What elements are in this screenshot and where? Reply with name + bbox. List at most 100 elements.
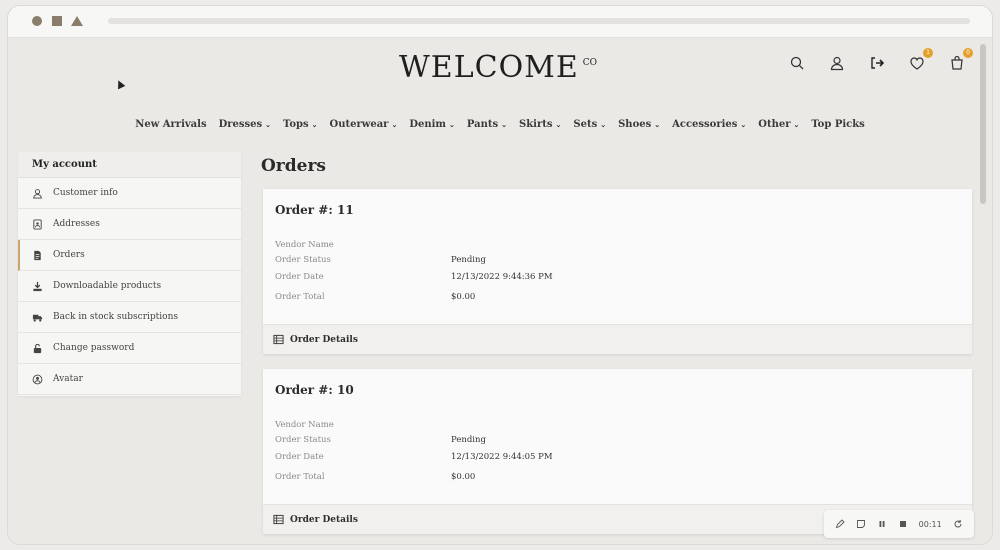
total-label: Order Total [275,292,325,302]
sidebar-item-avatar[interactable]: Avatar [18,364,241,395]
status-value: Pending [451,254,486,265]
chevron-down-icon: ⌄ [793,119,800,129]
wishlist-count-badge: 1 [923,48,933,58]
chevron-down-icon: ⌄ [555,119,562,129]
sidebar-item-label: Change password [53,343,135,353]
nav-label: Sets [573,118,598,130]
pause-icon[interactable] [877,519,887,529]
status-label: Order Status [275,434,331,445]
logout-icon[interactable] [868,54,886,72]
nav-item-dresses[interactable]: Dresses ⌄ [219,114,271,134]
sidebar-item-downloadable-products[interactable]: Downloadable products [18,271,241,302]
sidebar-item-label: Customer info [53,188,118,198]
date-value: 12/13/2022 9:44:05 PM [451,452,553,462]
note-icon[interactable] [856,519,866,529]
order-details-label: Order Details [290,334,358,345]
truck-icon [32,314,43,322]
nav-label: Denim [409,118,447,130]
logo-text: WELCOME [398,50,579,85]
sidebar-item-addresses[interactable]: Addresses [18,209,241,240]
nav-item-sets[interactable]: Sets ⌄ [573,114,606,134]
mouse-cursor-icon [114,78,126,90]
sidebar-item-label: Downloadable products [53,281,162,291]
nav-item-outerwear[interactable]: Outerwear ⌄ [330,114,398,134]
page-title: Orders [261,156,326,176]
nav-label: Tops [283,118,309,130]
order-details-label: Order Details [290,514,358,525]
order-status-row: Order Status Pending [275,252,960,267]
nav-item-shoes[interactable]: Shoes ⌄ [618,114,660,134]
nav-item-skirts[interactable]: Skirts ⌄ [519,114,561,134]
store-logo[interactable]: WELCOME CO [398,50,598,86]
restart-icon[interactable] [953,519,963,529]
unlock-icon [33,343,42,353]
chevron-down-icon: ⌄ [501,119,508,129]
nav-label: Top Picks [811,118,865,130]
chevron-down-icon: ⌄ [449,119,455,129]
address-bar[interactable] [108,18,970,24]
total-label: Order Total [275,472,325,482]
download-icon [33,281,42,291]
window-square-control[interactable] [52,16,62,26]
sidebar-item-label: Orders [53,250,85,260]
account-icon[interactable] [828,54,846,72]
window-circle-control[interactable] [32,16,42,26]
cart-icon[interactable]: 0 [948,48,973,72]
sidebar-item-label: Back in stock subscriptions [53,312,178,322]
nav-item-pants[interactable]: Pants ⌄ [467,114,507,134]
order-title: Order #: 10 [275,383,354,397]
order-date-row: Order Date 12/13/2022 9:44:05 PM [275,447,960,467]
vendor-label: Vendor Name [275,239,334,250]
list-icon [273,514,284,525]
sidebar-title: My account [18,152,241,178]
nav-label: Other [758,118,791,130]
nav-item-other[interactable]: Other ⌄ [758,114,799,134]
nav-item-accessories[interactable]: Accessories ⌄ [672,114,746,134]
status-label: Order Status [275,254,331,265]
date-label: Order Date [275,272,324,282]
cart-count-badge: 0 [963,48,973,58]
order-card: Order #: 11 Vendor Name Order Status Pend… [263,189,972,354]
chevron-down-icon: ⌄ [740,119,747,129]
nav-label: Outerwear [329,118,389,130]
stop-icon[interactable] [898,519,908,529]
address-book-icon [33,218,42,230]
nav-label: Accessories [672,118,738,130]
nav-item-top-picks[interactable]: Top Picks [811,114,864,134]
sidebar-item-back-in-stock[interactable]: Back in stock subscriptions [18,302,241,333]
window-chrome [8,6,992,38]
wishlist-icon[interactable]: 1 [908,48,933,72]
user-icon [33,188,42,199]
sidebar-item-label: Avatar [53,374,83,384]
order-total-row: Order Total $0.00 [275,287,960,307]
chevron-down-icon: ⌄ [600,119,607,129]
nav-item-tops[interactable]: Tops ⌄ [283,114,317,134]
store-page: WELCOME CO 1 0 New Arrivals Dresses ⌄ To… [8,38,992,544]
pen-icon[interactable] [835,519,846,529]
order-vendor-row: Vendor Name [275,237,960,252]
screen-recorder-toolbar: 00:11 [824,510,974,538]
order-date-row: Order Date 12/13/2022 9:44:36 PM [275,267,960,287]
date-label: Order Date [275,452,324,462]
nav-item-new-arrivals[interactable]: New Arrivals [135,114,206,134]
window-triangle-control[interactable] [71,16,83,26]
order-status-row: Order Status Pending [275,432,960,447]
total-value: $0.00 [451,292,476,302]
order-vendor-row: Vendor Name [275,417,960,432]
chevron-down-icon: ⌄ [391,119,398,129]
nav-label: New Arrivals [135,118,207,130]
sidebar-item-change-password[interactable]: Change password [18,333,241,364]
account-sidebar: My account Customer info Addresses Order… [18,152,241,396]
nav-label: Shoes [618,118,652,130]
header-icons: 1 0 [788,48,973,72]
nav-label: Pants [466,118,499,130]
nav-label: Dresses [218,118,263,130]
order-details-button[interactable]: Order Details [263,324,972,354]
sidebar-item-customer-info[interactable]: Customer info [18,178,241,209]
sidebar-item-orders[interactable]: Orders [18,240,241,271]
search-icon[interactable] [788,54,806,72]
document-icon [34,250,41,260]
vendor-label: Vendor Name [275,419,334,430]
nav-label: Skirts [519,118,553,130]
nav-item-denim[interactable]: Denim ⌄ [409,114,455,134]
